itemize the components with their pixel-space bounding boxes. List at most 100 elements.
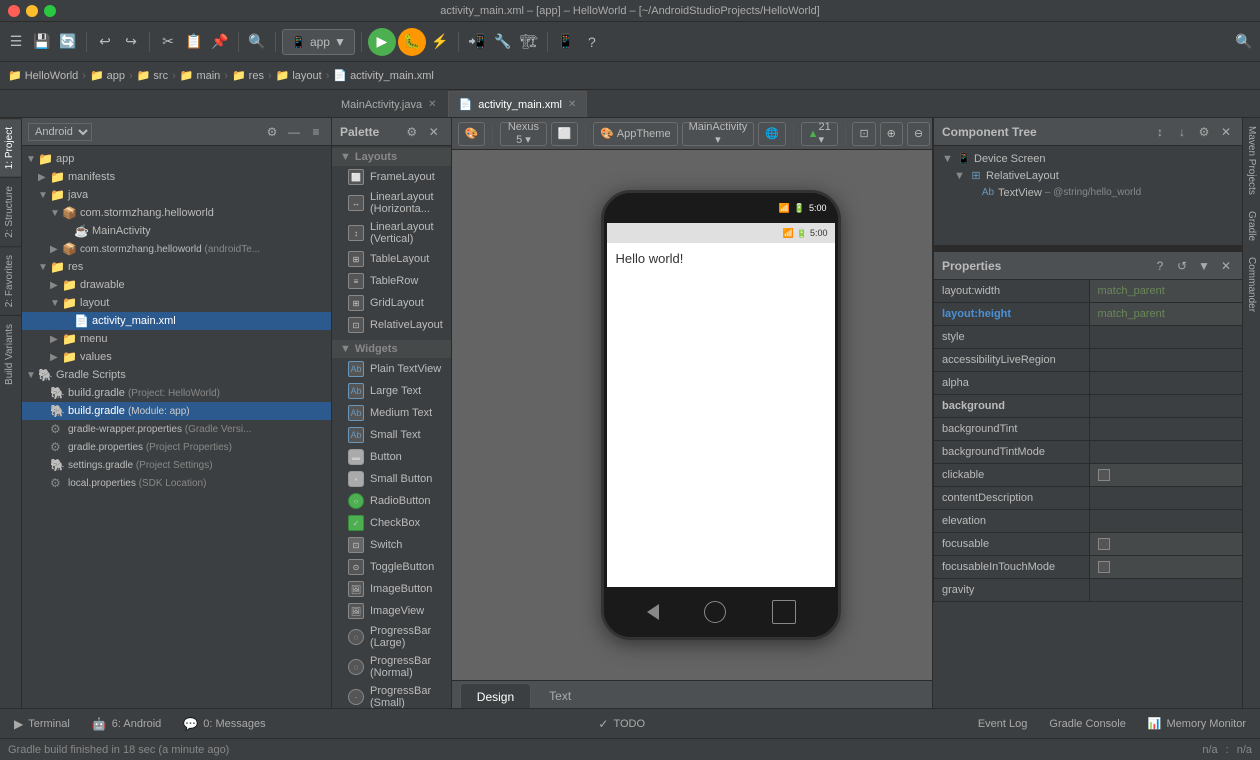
bottom-tab-todo[interactable]: ✓ TODO [588,711,655,737]
panel-collapse-btn[interactable]: — [285,123,303,141]
zoom-in-btn[interactable]: ⊕ [880,122,903,146]
props-close-btn[interactable]: ✕ [1217,257,1235,275]
props-row-layout-height[interactable]: layout:height match_parent [934,303,1243,326]
tree-item-pkg2[interactable]: ▶ 📦 com.stormzhang.helloworld (androidTe… [22,240,331,258]
zoom-out-btn[interactable]: ⊖ [907,122,930,146]
palette-close-btn[interactable]: ✕ [425,123,443,141]
props-row-background-tintmode[interactable]: backgroundTintMode [934,441,1243,464]
activity-selector[interactable]: MainActivity ▾ [682,122,755,146]
palette-item-small-text[interactable]: Ab Small Text [332,424,451,446]
panel-settings-btn[interactable]: ⚙ [263,123,281,141]
tree-item-pkg1[interactable]: ▼ 📦 com.stormzhang.helloworld [22,204,331,222]
right-tab-commander[interactable]: Commander [1243,249,1260,320]
tree-item-java[interactable]: ▼ 📁 java [22,186,331,204]
palette-item-checkbox[interactable]: ✓ CheckBox [332,512,451,534]
prop-value-focusable-touch[interactable] [1089,556,1244,578]
palette-item-radiobutton[interactable]: ○ RadioButton [332,490,451,512]
tree-item-local-props[interactable]: ▶ ⚙ local.properties (SDK Location) [22,474,331,492]
ct-sort2-btn[interactable]: ↓ [1173,123,1191,141]
right-tab-gradle[interactable]: Gradle [1243,203,1260,249]
toolbar-redo-btn[interactable]: ↪ [119,30,143,54]
ct-settings-btn[interactable]: ⚙ [1195,123,1213,141]
sidebar-item-structure[interactable]: 2: Structure [0,177,21,246]
sidebar-item-build-variants[interactable]: Build Variants [0,315,21,393]
breadcrumb-src[interactable]: 📁 src [137,69,168,82]
palette-item-progressbar-normal[interactable]: ◌ ProgressBar (Normal) [332,652,451,682]
toolbar-menu-btn[interactable]: ☰ [4,30,28,54]
tree-item-settings-gradle[interactable]: ▶ 🐘 settings.gradle (Project Settings) [22,456,331,474]
palette-item-progressbar-small[interactable]: · ProgressBar (Small) [332,682,451,708]
toolbar-cut-btn[interactable]: ✂ [156,30,180,54]
tree-item-drawable[interactable]: ▶ 📁 drawable [22,276,331,294]
palette-item-switch[interactable]: ⊡ Switch [332,534,451,556]
ct-textview[interactable]: ▶ Ab TextView – @string/hello_world [962,184,1239,201]
debug-button[interactable]: 🐛 [398,28,426,56]
breadcrumb-layout[interactable]: 📁 layout [276,69,322,82]
tree-item-build-gradle-project[interactable]: ▶ 🐘 build.gradle (Project: HelloWorld) [22,384,331,402]
breadcrumb-app[interactable]: 📁 app [90,69,125,82]
run-button[interactable]: ▶ [368,28,396,56]
tree-item-gradle-wrapper[interactable]: ▶ ⚙ gradle-wrapper.properties (Gradle Ve… [22,420,331,438]
project-view-selector[interactable]: Android Project [28,123,92,141]
recents-nav-btn[interactable] [772,600,796,624]
prop-value-layout-width[interactable]: match_parent [1089,280,1244,302]
prop-value-focusable[interactable] [1089,533,1244,555]
prop-value-elevation[interactable] [1089,510,1244,532]
breadcrumb-helloworld[interactable]: 📁 HelloWorld [8,69,78,82]
palette-section-layouts-header[interactable]: ▼ Layouts [332,148,451,166]
props-row-style[interactable]: style [934,326,1243,349]
palette-item-small-button[interactable]: ▪ Small Button [332,468,451,490]
props-row-focusable[interactable]: focusable [934,533,1243,556]
tab-mainactivity-close[interactable]: ✕ [428,99,436,110]
tree-item-gradle-scripts[interactable]: ▼ 🐘 Gradle Scripts [22,366,331,384]
tree-item-gradle-props[interactable]: ▶ ⚙ gradle.properties (Project Propertie… [22,438,331,456]
props-row-alpha[interactable]: alpha [934,372,1243,395]
props-row-background-tint[interactable]: backgroundTint [934,418,1243,441]
props-reset-btn[interactable]: ↺ [1173,257,1191,275]
device-selector[interactable]: Nexus 5 ▾ [500,122,547,146]
props-row-gravity[interactable]: gravity [934,579,1243,602]
props-row-layout-width[interactable]: layout:width match_parent [934,280,1243,303]
tab-design[interactable]: Design [460,683,531,708]
panel-gear-btn[interactable]: ≡ [307,123,325,141]
props-row-focusable-touch[interactable]: focusableInTouchMode [934,556,1243,579]
props-row-content-desc[interactable]: contentDescription [934,487,1243,510]
prop-value-bg-tint[interactable] [1089,418,1244,440]
props-row-clickable[interactable]: clickable [934,464,1243,487]
canvas-palette-btn[interactable]: 🎨 [458,122,486,146]
breadcrumb-main[interactable]: 📁 main [180,69,221,82]
clickable-checkbox[interactable] [1098,469,1110,481]
props-help-btn[interactable]: ? [1151,257,1169,275]
minimize-button[interactable] [26,5,38,17]
toolbar-find-btn[interactable]: 🔍 [245,30,269,54]
sdk-manager-btn[interactable]: 🔧 [491,30,515,54]
breadcrumb-res[interactable]: 📁 res [232,69,264,82]
sidebar-item-project[interactable]: 1: Project [0,118,21,177]
bottom-tab-eventlog[interactable]: Event Log [968,711,1038,737]
palette-item-large-text[interactable]: Ab Large Text [332,380,451,402]
device-btn[interactable]: 📱 [554,30,578,54]
tree-item-app[interactable]: ▼ 📁 app [22,150,331,168]
palette-item-relativelayout[interactable]: ⊡ RelativeLayout [332,314,451,336]
props-filter-btn[interactable]: ▼ [1195,257,1213,275]
bottom-tab-memory-monitor[interactable]: 📊 Memory Monitor [1138,711,1256,737]
help-btn[interactable]: ? [580,30,604,54]
close-button[interactable] [8,5,20,17]
search-everywhere-btn[interactable]: 🔍 [1232,30,1256,54]
breadcrumb-xml[interactable]: 📄 activity_main.xml [333,69,433,82]
palette-item-togglebutton[interactable]: ⊙ ToggleButton [332,556,451,578]
props-row-background[interactable]: background [934,395,1243,418]
prop-value-accessibility[interactable] [1089,349,1244,371]
maximize-button[interactable] [44,5,56,17]
theme-selector[interactable]: 🎨 AppTheme [593,122,678,146]
prop-value-gravity[interactable] [1089,579,1244,601]
tab-text[interactable]: Text [533,683,587,708]
palette-item-gridlayout[interactable]: ⊞ GridLayout [332,292,451,314]
focusable-touch-checkbox[interactable] [1098,561,1110,573]
app-selector[interactable]: 📱 app ▼ [282,29,355,55]
palette-item-framelayout[interactable]: ⬜ FrameLayout [332,166,451,188]
props-row-elevation[interactable]: elevation [934,510,1243,533]
palette-item-tablelayout[interactable]: ⊞ TableLayout [332,248,451,270]
toolbar-undo-btn[interactable]: ↩ [93,30,117,54]
tree-item-layout[interactable]: ▼ 📁 layout [22,294,331,312]
